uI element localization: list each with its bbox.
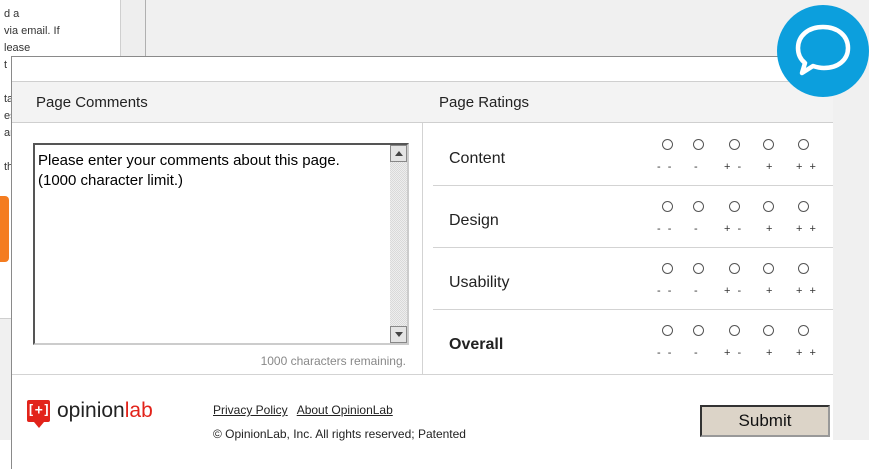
background-orange-button	[0, 196, 9, 262]
rating-label-content: Content	[449, 150, 506, 167]
scale-label: + -	[724, 223, 744, 235]
comments-scrollbar[interactable]	[390, 145, 407, 343]
arrow-down-icon	[395, 332, 403, 337]
logo-lab-text: lab	[124, 399, 153, 422]
rating-usability-radio-2[interactable]	[693, 263, 704, 274]
rating-label-design: Design	[449, 212, 499, 229]
rating-design-radio-3[interactable]	[729, 201, 740, 212]
scale-label: + +	[796, 223, 818, 235]
background-right-margin	[834, 56, 869, 440]
speech-bubble-icon	[795, 24, 851, 76]
scale-label: -	[694, 285, 700, 297]
copyright-text: © OpinionLab, Inc. All rights reserved; …	[213, 427, 466, 441]
characters-remaining: 1000 characters remaining.	[260, 354, 406, 368]
scale-label: +	[766, 285, 775, 297]
rating-overall-radio-2[interactable]	[693, 325, 704, 336]
scale-label: +	[766, 223, 775, 235]
rating-usability-radio-4[interactable]	[763, 263, 774, 274]
chat-button[interactable]	[777, 5, 869, 97]
scale-label: - -	[657, 223, 674, 235]
rating-row-content: Content - - - + - + + +	[423, 124, 833, 186]
rating-design-radio-5[interactable]	[798, 201, 809, 212]
rating-row-usability: Usability - - - + - + + +	[423, 248, 833, 310]
scale-label: +	[766, 347, 775, 359]
page-comments-heading: Page Comments	[36, 94, 148, 111]
opinionlab-wordmark: opinionlab	[57, 399, 153, 423]
scroll-down-button[interactable]	[390, 326, 407, 343]
scale-label: - -	[657, 161, 674, 173]
rating-usability-radio-3[interactable]	[729, 263, 740, 274]
comments-placeholder: Please enter your comments about this pa…	[38, 152, 340, 189]
footer-divider	[12, 374, 833, 375]
rating-content-radio-1[interactable]	[662, 139, 673, 150]
scale-label: -	[694, 347, 700, 359]
opinionlab-logo-icon: [+]	[27, 400, 50, 428]
comments-textarea[interactable]: Please enter your comments about this pa…	[33, 143, 409, 345]
scale-label: + -	[724, 161, 744, 173]
rating-content-radio-5[interactable]	[798, 139, 809, 150]
scroll-up-button[interactable]	[390, 145, 407, 162]
rating-overall-radio-1[interactable]	[662, 325, 673, 336]
rating-content-radio-4[interactable]	[763, 139, 774, 150]
background-main	[146, 0, 869, 56]
rating-content-radio-3[interactable]	[729, 139, 740, 150]
privacy-policy-link[interactable]: Privacy Policy	[213, 403, 288, 417]
rating-usability-radio-5[interactable]	[798, 263, 809, 274]
rating-overall-radio-5[interactable]	[798, 325, 809, 336]
scale-label: + -	[724, 347, 744, 359]
about-opinionlab-link[interactable]: About OpinionLab	[297, 403, 393, 417]
arrow-up-icon	[395, 151, 403, 156]
rating-design-radio-4[interactable]	[763, 201, 774, 212]
scale-label: + +	[796, 285, 818, 297]
footer-links: Privacy Policy About OpinionLab	[213, 403, 402, 417]
scale-label: +	[766, 161, 775, 173]
logo-opinion-text: opinion	[57, 399, 125, 422]
rating-content-radio-2[interactable]	[693, 139, 704, 150]
rating-design-radio-1[interactable]	[662, 201, 673, 212]
rating-usability-radio-1[interactable]	[662, 263, 673, 274]
rating-row-design: Design - - - + - + + +	[423, 186, 833, 248]
rating-row-overall: Overall - - - + - + + +	[423, 310, 833, 372]
submit-button[interactable]: Submit	[700, 405, 830, 437]
rating-label-overall: Overall	[449, 336, 504, 353]
page-ratings-heading: Page Ratings	[439, 94, 530, 111]
scale-label: - -	[657, 347, 674, 359]
feedback-window: Page Comments Page Ratings Please enter …	[11, 56, 833, 469]
scale-label: + +	[796, 161, 818, 173]
scale-label: + +	[796, 347, 818, 359]
scale-label: + -	[724, 285, 744, 297]
scale-label: -	[694, 223, 700, 235]
rating-overall-radio-3[interactable]	[729, 325, 740, 336]
rating-label-usability: Usability	[449, 274, 510, 291]
rating-design-radio-2[interactable]	[693, 201, 704, 212]
scale-label: - -	[657, 285, 674, 297]
scale-label: -	[694, 161, 700, 173]
feedback-header-bar: Page Comments Page Ratings	[12, 81, 833, 123]
rating-overall-radio-4[interactable]	[763, 325, 774, 336]
